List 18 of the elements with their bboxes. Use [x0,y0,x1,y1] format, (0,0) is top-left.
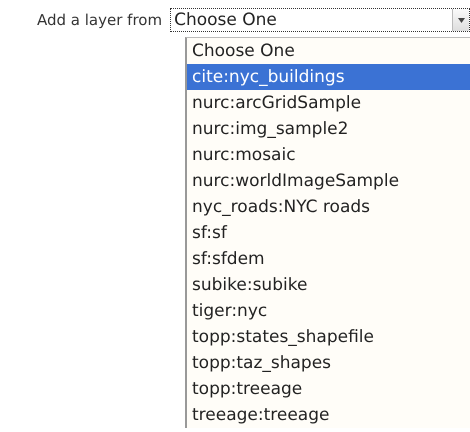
dropdown-option[interactable]: tiger:nyc [187,298,470,324]
dropdown-option[interactable]: cite:nyc_buildings [187,64,470,90]
dropdown-option[interactable]: nurc:img_sample2 [187,116,470,142]
dropdown-option[interactable]: nurc:arcGridSample [187,90,470,116]
dropdown-option[interactable]: sf:sfdem [187,246,470,272]
dropdown-option[interactable]: sf:sf [187,220,470,246]
dropdown-option[interactable]: Choose One [187,38,470,64]
layer-dropdown[interactable]: Choose One [170,8,470,32]
dropdown-option[interactable]: subike:subike [187,272,470,298]
dropdown-option[interactable]: treeage:treeage [187,402,470,428]
caret-icon [458,18,464,22]
dropdown-option[interactable]: topp:taz_shapes [187,350,470,376]
dropdown-option[interactable]: topp:treeage [187,376,470,402]
dropdown-option[interactable]: topp:states_shapefile [187,324,470,350]
field-label: Add a layer from [37,11,162,29]
dropdown-option[interactable]: nurc:mosaic [187,142,470,168]
dropdown-option[interactable]: nyc_roads:NYC roads [187,194,470,220]
dropdown-option[interactable]: nurc:worldImageSample [187,168,470,194]
